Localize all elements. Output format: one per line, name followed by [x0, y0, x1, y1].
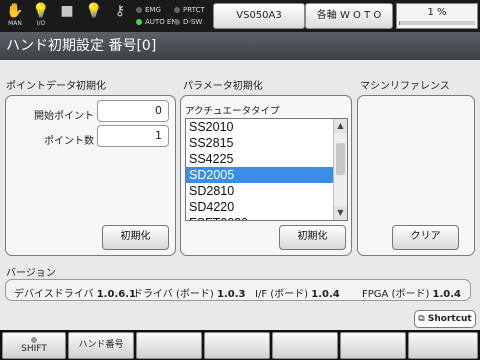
shift-key[interactable]: SHIFT: [2, 332, 66, 359]
actuator-type-item[interactable]: FSFT2020: [186, 215, 347, 220]
clear-button[interactable]: クリア: [392, 225, 459, 250]
function-key-6[interactable]: [340, 332, 406, 359]
version-item: ドライバ (ボード) 1.0.3: [133, 289, 246, 300]
point-count-label: ポイント数: [44, 136, 94, 147]
shortcut-button[interactable]: ⧉ Shortcut: [414, 310, 476, 328]
function-key-7[interactable]: [408, 332, 478, 359]
speed-indicator[interactable]: 1 %: [396, 3, 478, 29]
speed-bar-fill: [399, 21, 400, 25]
machine-ref-panel: クリア: [357, 95, 475, 256]
auto-en-indicator: AUTO EN: [136, 17, 177, 28]
version-item: FPGA (ボード) 1.0.4: [362, 289, 462, 300]
point-init-title: ポイントデータ初期化: [6, 81, 106, 92]
param-init-panel: アクチュエータタイプ SS2010 SS2815 SS4225 SD2005 SD281…: [180, 95, 352, 256]
scroll-down-icon[interactable]: ▼: [334, 206, 347, 220]
emg-led: [136, 7, 142, 13]
lamp-icon[interactable]: 💡: [82, 3, 106, 29]
status-bar: ✋ MAN 💡 I/O ■ 💡 ⚷ EMG AUTO EN PRTCT D-SW…: [0, 0, 480, 32]
param-init-button[interactable]: 初期化: [279, 225, 346, 250]
start-point-label: 開始ポイント: [34, 111, 94, 122]
machine-ref-title: マシンリファレンス: [360, 81, 450, 92]
key-icon[interactable]: ⚷: [108, 3, 132, 29]
point-count-input[interactable]: 1: [97, 125, 169, 147]
actuator-type-item[interactable]: SD2005: [186, 167, 347, 183]
d-sw-led: [174, 19, 180, 25]
function-key-3[interactable]: [136, 332, 202, 359]
param-init-title: パラメータ初期化: [183, 81, 263, 92]
stop-icon[interactable]: ■: [55, 3, 79, 29]
list-scrollbar[interactable]: ▲ ▼: [333, 119, 347, 220]
actuator-type-item[interactable]: SD2810: [186, 183, 347, 199]
shift-led: [31, 337, 37, 343]
scroll-up-icon[interactable]: ▲: [334, 119, 347, 133]
version-item: I/F (ボード) 1.0.4: [255, 289, 340, 300]
main-area: ポイントデータ初期化 開始ポイント 0 ポイント数 1 初期化 パラメータ初期化…: [0, 60, 480, 330]
d-sw-indicator: D-SW: [174, 17, 202, 28]
hand-icon[interactable]: ✋ MAN: [3, 3, 27, 29]
actuator-type-item[interactable]: SD4220: [186, 199, 347, 215]
actuator-type-list[interactable]: SS2010SS2815SS4225SD2005SD2810SD4220FSFT…: [185, 118, 348, 221]
function-key-bar: SHIFT ハンド番号: [0, 330, 480, 360]
robot-model-button[interactable]: VS050A3: [213, 3, 305, 29]
hand-number-key[interactable]: ハンド番号: [68, 332, 134, 359]
prtct-indicator: PRTCT: [174, 5, 205, 16]
function-key-4[interactable]: [204, 332, 270, 359]
speed-label: 1 %: [427, 7, 447, 18]
actuator-type-item[interactable]: SS2010: [186, 119, 347, 135]
function-key-5[interactable]: [272, 332, 338, 359]
version-panel: デバイスドライバ 1.0.6.1 ドライバ (ボード) 1.0.3 I/F (ボ…: [5, 279, 471, 301]
power-icon[interactable]: 💡 I/O: [29, 3, 53, 29]
version-title: バージョン: [6, 268, 56, 279]
actuator-type-item[interactable]: SS2815: [186, 135, 347, 151]
axis-mode-button[interactable]: 各軸 W O T O: [305, 3, 393, 29]
start-point-input[interactable]: 0: [97, 100, 169, 122]
shortcut-icon: ⧉: [418, 314, 425, 324]
actuator-type-item[interactable]: SS4225: [186, 151, 347, 167]
actuator-type-items: SS2010SS2815SS4225SD2005SD2810SD4220FSFT…: [186, 119, 347, 220]
speed-bar: [399, 21, 475, 25]
actuator-type-label: アクチュエータタイプ: [185, 106, 280, 117]
scroll-thumb[interactable]: [336, 143, 345, 175]
version-item: デバイスドライバ 1.0.6.1: [14, 289, 136, 300]
prtct-led: [174, 7, 180, 13]
point-init-panel: 開始ポイント 0 ポイント数 1 初期化: [5, 95, 176, 256]
point-init-button[interactable]: 初期化: [102, 225, 169, 250]
auto-en-led: [136, 19, 142, 25]
page-title: ハンド初期設定 番号[0]: [0, 32, 480, 60]
emg-indicator: EMG: [136, 5, 161, 16]
